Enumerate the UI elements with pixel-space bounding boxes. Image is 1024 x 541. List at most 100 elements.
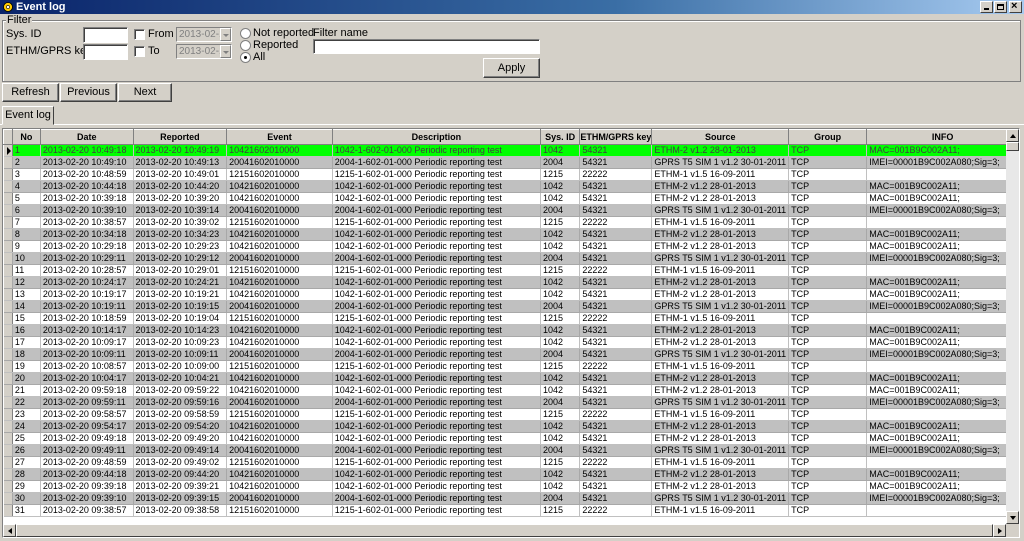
cell-date[interactable]: 2013-02-20 09:58:57 (40, 408, 134, 421)
cell-no[interactable]: 31 (12, 504, 41, 517)
cell-no[interactable]: 28 (12, 468, 41, 481)
cell-source[interactable]: ETHM-2 v1.2 28-01-2013 (651, 384, 790, 397)
table-row[interactable]: 14 2013-02-20 10:19:11 2013-02-20 10:19:15… (3, 300, 1019, 313)
cell-source[interactable]: ETHM-2 v1.2 28-01-2013 (651, 480, 790, 493)
cell-info[interactable]: IMEI=00001B9C002A080;Sig=3; (866, 492, 1019, 505)
cell-event[interactable]: 10421602010000 (226, 384, 333, 397)
cell-group[interactable]: TCP (788, 276, 868, 289)
cell-reported[interactable]: 2013-02-20 09:49:14 (133, 444, 228, 457)
cell-group[interactable]: TCP (788, 480, 868, 493)
cell-event[interactable]: 10421602010000 (226, 372, 333, 385)
cell-group[interactable]: TCP (788, 240, 868, 253)
next-button[interactable]: Next (118, 83, 172, 102)
cell-source[interactable]: ETHM-2 v1.2 28-01-2013 (651, 432, 790, 445)
cell-description[interactable]: 1042-1-602-01-000 Periodic reporting tes… (332, 336, 541, 349)
cell-info[interactable]: IMEI=00001B9C002A080;Sig=3; (866, 252, 1019, 265)
row-indicator[interactable] (3, 396, 13, 409)
cell-sys-id[interactable]: 2004 (540, 156, 581, 169)
table-row[interactable]: 6 2013-02-20 10:39:10 2013-02-20 10:39:14 2… (3, 204, 1019, 217)
cell-no[interactable]: 10 (12, 252, 41, 265)
cell-reported[interactable]: 2013-02-20 10:39:14 (133, 204, 228, 217)
cell-event[interactable]: 12151602010000 (226, 168, 333, 181)
cell-source[interactable]: ETHM-1 v1.5 16-09-2011 (651, 264, 790, 277)
cell-reported[interactable]: 2013-02-20 10:29:01 (133, 264, 228, 277)
cell-description[interactable]: 2004-1-602-01-000 Periodic reporting tes… (332, 492, 541, 505)
cell-ethm-gprs-key[interactable]: 54321 (579, 276, 653, 289)
cell-reported[interactable]: 2013-02-20 10:24:21 (133, 276, 228, 289)
cell-event[interactable]: 10421602010000 (226, 288, 333, 301)
cell-sys-id[interactable]: 1042 (540, 432, 581, 445)
vertical-scrollbar[interactable] (1006, 129, 1019, 524)
sys-id-input[interactable] (83, 27, 128, 43)
cell-no[interactable]: 14 (12, 300, 41, 313)
cell-info[interactable]: IMEI=00001B9C002A080;Sig=3; (866, 444, 1019, 457)
cell-no[interactable]: 26 (12, 444, 41, 457)
cell-ethm-gprs-key[interactable]: 54321 (579, 336, 653, 349)
row-indicator[interactable] (3, 264, 13, 277)
cell-sys-id[interactable]: 2004 (540, 396, 581, 409)
cell-source[interactable]: ETHM-2 v1.2 28-01-2013 (651, 372, 790, 385)
cell-description[interactable]: 1042-1-602-01-000 Periodic reporting tes… (332, 144, 541, 157)
cell-ethm-gprs-key[interactable]: 22222 (579, 408, 653, 421)
cell-date[interactable]: 2013-02-20 09:49:18 (40, 432, 134, 445)
cell-sys-id[interactable]: 1215 (540, 504, 581, 517)
cell-date[interactable]: 2013-02-20 10:29:18 (40, 240, 134, 253)
cell-no[interactable]: 19 (12, 360, 41, 373)
cell-info[interactable]: MAC=001B9C002A11; (866, 192, 1019, 205)
table-row[interactable]: 17 2013-02-20 10:09:17 2013-02-20 10:09:23… (3, 336, 1019, 349)
table-row[interactable]: 16 2013-02-20 10:14:17 2013-02-20 10:14:23… (3, 324, 1019, 337)
column-header-date[interactable]: Date (39, 129, 134, 145)
cell-group[interactable]: TCP (788, 264, 868, 277)
cell-ethm-gprs-key[interactable]: 54321 (579, 372, 653, 385)
cell-info[interactable]: IMEI=00001B9C002A080;Sig=3; (866, 348, 1019, 361)
cell-reported[interactable]: 2013-02-20 09:49:20 (133, 432, 228, 445)
cell-source[interactable]: ETHM-2 v1.2 28-01-2013 (651, 468, 790, 481)
to-date-picker[interactable]: 2013-02-19 (176, 44, 232, 59)
cell-sys-id[interactable]: 1042 (540, 468, 581, 481)
cell-reported[interactable]: 2013-02-20 09:54:20 (133, 420, 228, 433)
tab-event-log[interactable]: Event log (2, 106, 54, 125)
cell-ethm-gprs-key[interactable]: 54321 (579, 228, 653, 241)
cell-date[interactable]: 2013-02-20 10:14:17 (40, 324, 134, 337)
row-indicator[interactable] (3, 336, 13, 349)
row-indicator[interactable] (3, 216, 13, 229)
table-row[interactable]: 29 2013-02-20 09:39:18 2013-02-20 09:39:21… (3, 480, 1019, 493)
table-row[interactable]: 30 2013-02-20 09:39:10 2013-02-20 09:39:15… (3, 492, 1019, 505)
cell-ethm-gprs-key[interactable]: 54321 (579, 144, 653, 157)
cell-group[interactable]: TCP (788, 396, 868, 409)
cell-source[interactable]: ETHM-2 v1.2 28-01-2013 (651, 228, 790, 241)
cell-ethm-gprs-key[interactable]: 54321 (579, 300, 653, 313)
row-indicator[interactable] (3, 276, 13, 289)
title-bar[interactable]: Event log × (0, 0, 1024, 14)
cell-source[interactable]: ETHM-2 v1.2 28-01-2013 (651, 420, 790, 433)
cell-description[interactable]: 1215-1-602-01-000 Periodic reporting tes… (332, 168, 541, 181)
cell-no[interactable]: 15 (12, 312, 41, 325)
radio-reported[interactable] (240, 40, 251, 51)
cell-sys-id[interactable]: 1042 (540, 420, 581, 433)
cell-ethm-gprs-key[interactable]: 54321 (579, 348, 653, 361)
cell-group[interactable]: TCP (788, 444, 868, 457)
cell-source[interactable]: ETHM-2 v1.2 28-01-2013 (651, 180, 790, 193)
cell-info[interactable] (866, 312, 1019, 325)
cell-ethm-gprs-key[interactable]: 22222 (579, 456, 653, 469)
cell-no[interactable]: 23 (12, 408, 41, 421)
cell-event[interactable]: 20041602010000 (226, 492, 333, 505)
cell-date[interactable]: 2013-02-20 10:09:17 (40, 336, 134, 349)
cell-description[interactable]: 1042-1-602-01-000 Periodic reporting tes… (332, 384, 541, 397)
cell-ethm-gprs-key[interactable]: 54321 (579, 156, 653, 169)
cell-no[interactable]: 6 (12, 204, 41, 217)
cell-sys-id[interactable]: 1215 (540, 216, 581, 229)
row-indicator[interactable] (3, 252, 13, 265)
cell-group[interactable]: TCP (788, 288, 868, 301)
cell-no[interactable]: 13 (12, 288, 41, 301)
cell-group[interactable]: TCP (788, 168, 868, 181)
table-row[interactable]: 26 2013-02-20 09:49:11 2013-02-20 09:49:14… (3, 444, 1019, 457)
cell-reported[interactable]: 2013-02-20 10:09:23 (133, 336, 228, 349)
table-row[interactable]: 7 2013-02-20 10:38:57 2013-02-20 10:39:02 1… (3, 216, 1019, 229)
cell-sys-id[interactable]: 1042 (540, 480, 581, 493)
row-indicator[interactable] (3, 384, 13, 397)
cell-source[interactable]: ETHM-2 v1.2 28-01-2013 (651, 240, 790, 253)
cell-info[interactable] (866, 504, 1019, 517)
cell-date[interactable]: 2013-02-20 09:49:11 (40, 444, 134, 457)
cell-reported[interactable]: 2013-02-20 10:19:21 (133, 288, 228, 301)
